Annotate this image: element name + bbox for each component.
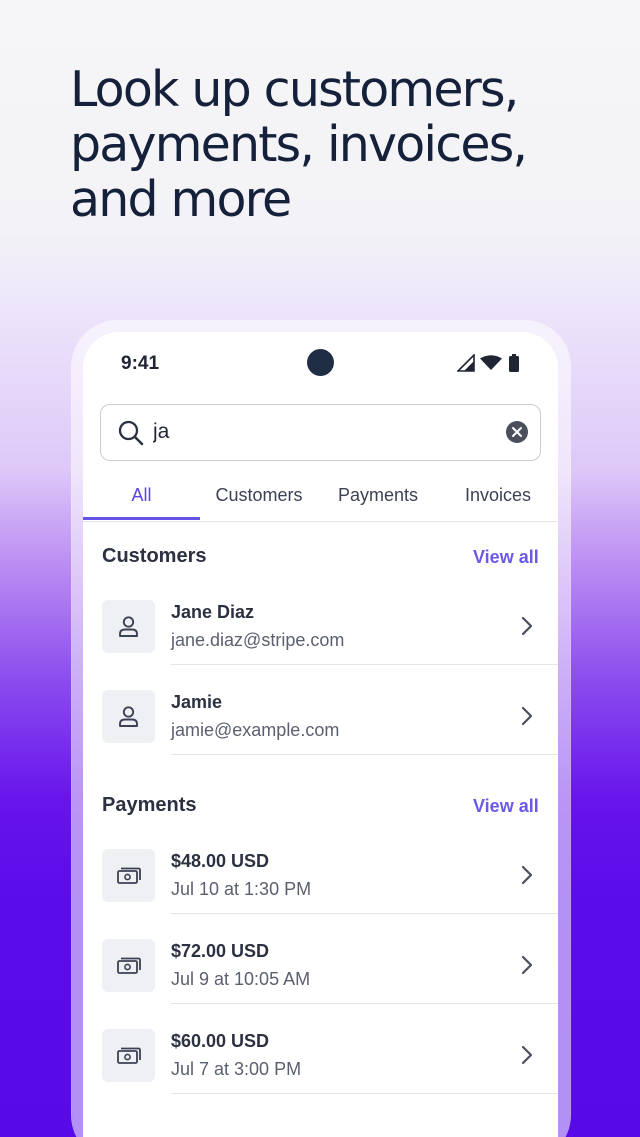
phone-screen: 9:41 All Custome bbox=[83, 332, 558, 1137]
tab-payments[interactable]: Payments bbox=[318, 485, 438, 506]
payment-row[interactable]: $60.00 USD Jul 7 at 3:00 PM bbox=[83, 1004, 558, 1094]
search-input[interactable] bbox=[153, 417, 473, 447]
person-icon bbox=[102, 690, 155, 743]
chevron-right-icon bbox=[521, 865, 533, 885]
payment-row[interactable]: $48.00 USD Jul 10 at 1:30 PM bbox=[83, 824, 558, 914]
money-icon bbox=[102, 1029, 155, 1082]
person-icon bbox=[102, 600, 155, 653]
camera-cutout bbox=[307, 349, 334, 376]
active-tab-indicator bbox=[83, 517, 200, 520]
chevron-right-icon bbox=[521, 955, 533, 975]
tab-all[interactable]: All bbox=[83, 485, 200, 506]
customer-name: Jamie bbox=[171, 692, 223, 712]
customer-row[interactable]: Jane Diaz jane.diaz@stripe.com bbox=[83, 575, 558, 665]
customer-name: Jane Diaz bbox=[171, 602, 255, 622]
payment-row[interactable]: $72.00 USD Jul 9 at 10:05 AM bbox=[83, 914, 558, 1004]
headline-line-2: payments, invoices, bbox=[70, 116, 528, 173]
row-divider bbox=[171, 753, 558, 755]
payments-view-all-link[interactable]: View all bbox=[473, 796, 539, 817]
signal-icon bbox=[457, 354, 475, 372]
row-divider bbox=[171, 1092, 558, 1094]
tab-customers[interactable]: Customers bbox=[200, 485, 318, 506]
money-icon bbox=[102, 849, 155, 902]
battery-icon bbox=[509, 354, 519, 372]
money-icon bbox=[102, 939, 155, 992]
payment-amount: $48.00 USD bbox=[171, 851, 270, 871]
status-time: 9:41 bbox=[121, 353, 160, 374]
payments-section-title: Payments bbox=[102, 794, 197, 816]
payment-amount: $60.00 USD bbox=[171, 1031, 270, 1051]
chevron-right-icon bbox=[521, 1045, 533, 1065]
chevron-right-icon bbox=[521, 706, 533, 726]
wifi-icon bbox=[480, 355, 502, 370]
customer-email: jane.diaz@stripe.com bbox=[171, 630, 345, 650]
payment-date: Jul 7 at 3:00 PM bbox=[171, 1059, 302, 1079]
headline-line-3: and more bbox=[70, 171, 292, 228]
headline: Look up customers, payments, invoices, a… bbox=[70, 62, 590, 227]
chevron-right-icon bbox=[521, 616, 533, 636]
payment-date: Jul 10 at 1:30 PM bbox=[171, 879, 312, 899]
filter-tabs: All Customers Payments Invoices bbox=[83, 472, 558, 522]
status-icons bbox=[455, 352, 525, 374]
customers-section-title: Customers bbox=[102, 545, 207, 567]
headline-line-1: Look up customers, bbox=[70, 61, 519, 118]
status-bar: 9:41 bbox=[83, 332, 558, 392]
customers-view-all-link[interactable]: View all bbox=[473, 547, 539, 568]
payment-date: Jul 9 at 10:05 AM bbox=[171, 969, 311, 989]
tab-invoices[interactable]: Invoices bbox=[438, 485, 558, 506]
search-icon bbox=[118, 420, 144, 446]
search-bar[interactable] bbox=[100, 404, 541, 461]
payment-amount: $72.00 USD bbox=[171, 941, 270, 961]
customer-row[interactable]: Jamie jamie@example.com bbox=[83, 665, 558, 755]
clear-icon[interactable] bbox=[506, 421, 528, 443]
customer-email: jamie@example.com bbox=[171, 720, 340, 740]
